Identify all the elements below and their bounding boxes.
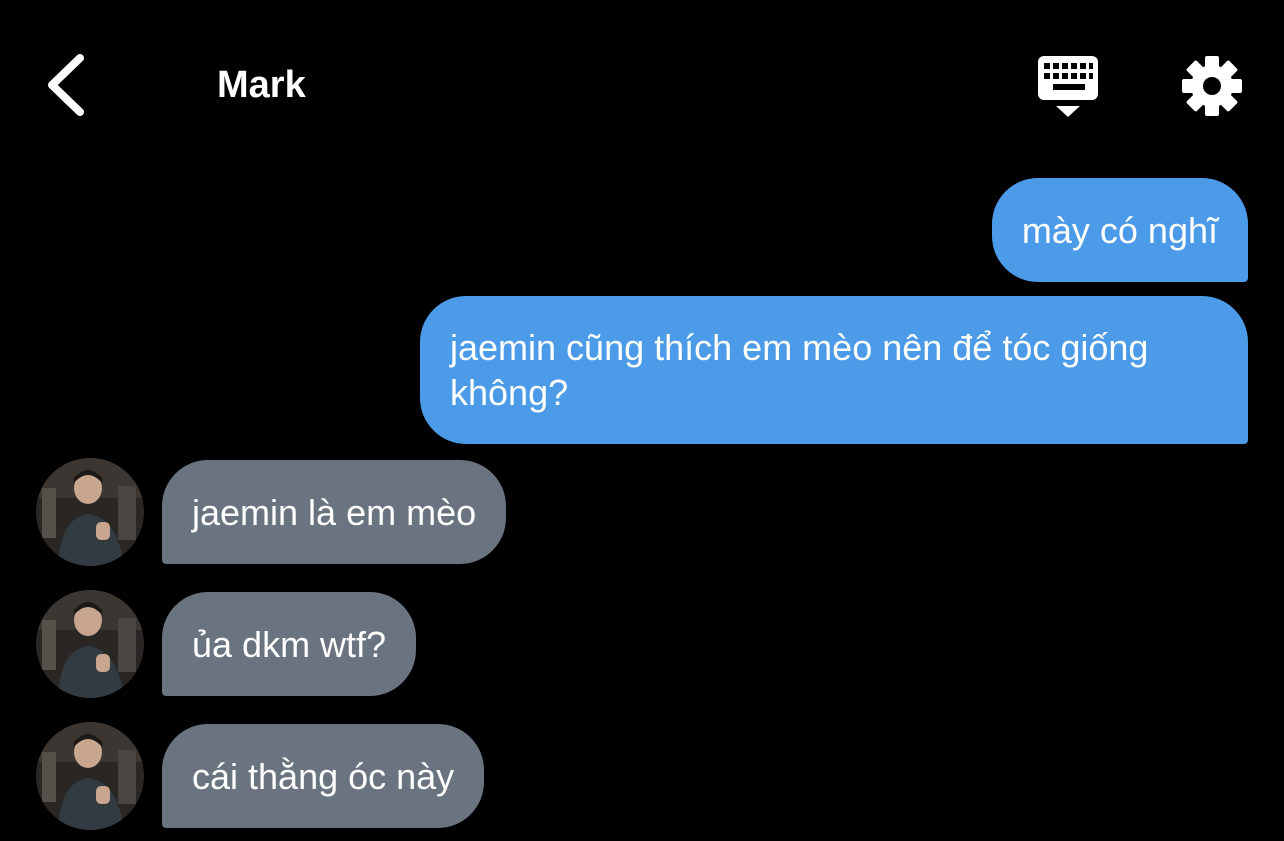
avatar[interactable] — [36, 722, 144, 830]
contact-name: Mark — [217, 64, 306, 106]
received-message-bubble[interactable]: jaemin là em mèo — [162, 460, 507, 564]
sent-message-bubble[interactable]: mày có nghĩ — [991, 178, 1248, 282]
message-text: jaemin là em mèo — [192, 491, 477, 533]
avatar[interactable] — [36, 590, 144, 698]
message-text: ủa dkm wtf? — [192, 623, 387, 665]
avatar[interactable] — [36, 458, 144, 566]
back-button[interactable] — [40, 52, 96, 118]
chat-screen: Mark mày có nghĩ jaemin cũng thích em mè… — [0, 0, 1284, 841]
received-message-bubble[interactable]: ủa dkm wtf? — [162, 592, 417, 696]
keyboard-hide-button[interactable] — [1034, 54, 1102, 120]
message-text: mày có nghĩ — [1021, 209, 1218, 251]
message-text: cái thằng óc này — [192, 755, 455, 797]
sent-message-bubble[interactable]: jaemin cũng thích em mèo nên để tóc giốn… — [420, 296, 1248, 444]
keyboard-hide-icon — [1038, 56, 1098, 117]
settings-button[interactable] — [1180, 54, 1244, 118]
chevron-left-icon — [48, 54, 84, 116]
received-message-bubble[interactable]: cái thằng óc này — [162, 724, 485, 828]
message-text: jaemin cũng thích em mèo nên để tóc giốn… — [450, 327, 1149, 413]
gear-icon — [1182, 56, 1242, 116]
